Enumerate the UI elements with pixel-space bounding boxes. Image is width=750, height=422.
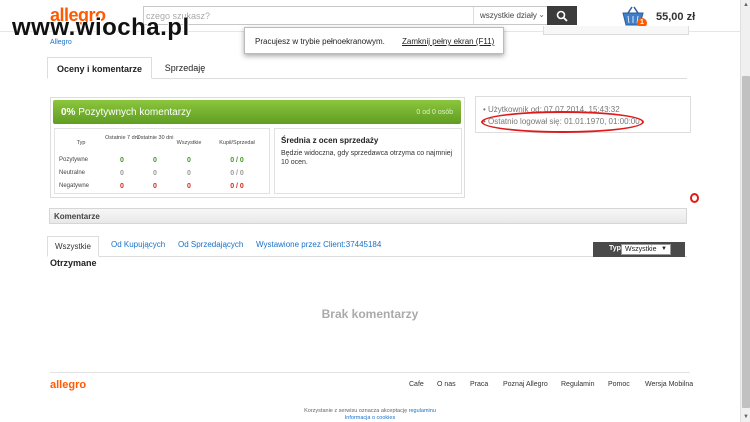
- fullscreen-notice: Pracujesz w trybie pełnoekranowym. Zamkn…: [244, 27, 504, 54]
- table-cell: 0: [120, 183, 124, 190]
- average-rating-title: Średnia z ocen sprzedaży: [281, 136, 379, 145]
- footer-link-help[interactable]: Pomoc: [608, 381, 630, 388]
- received-heading: Otrzymane: [50, 258, 97, 268]
- red-annotation-ellipse: [481, 111, 644, 133]
- table-cell: 0 / 0: [230, 157, 244, 164]
- comments-section-title: Komentarze: [54, 212, 100, 221]
- column-header-type: Typ: [76, 140, 86, 146]
- search-button[interactable]: [547, 6, 577, 25]
- table-cell: 0 / 0: [230, 170, 244, 177]
- column-header-bought-sold: Kupił/Sprzedał: [219, 140, 255, 146]
- footer-link-discover[interactable]: Poznaj Allegro: [503, 381, 548, 388]
- tab-from-sellers[interactable]: Od Sprzedających: [178, 240, 243, 249]
- breadcrumb-allegro[interactable]: Allegro: [50, 39, 72, 46]
- average-rating-text: Będzie widoczna, gdy sprzedawca otrzyma …: [281, 150, 453, 166]
- ratings-count-note: 0 od 0 osób: [416, 109, 453, 116]
- positive-label: Pozytywnych komentarzy: [78, 107, 192, 118]
- red-annotation-circle: [690, 193, 699, 203]
- cookie-notice-text: Korzystanie z serwisu oznacza akceptację: [304, 408, 408, 414]
- table-cell: 0: [187, 170, 191, 177]
- table-cell: 0: [153, 157, 157, 164]
- tab-issued-by-client[interactable]: Wystawione przez Client:37445184: [256, 240, 381, 249]
- user-menu[interactable]: [543, 26, 689, 35]
- search-icon: [556, 10, 568, 22]
- cookie-notice: Korzystanie z serwisu oznacza akceptację…: [0, 408, 740, 414]
- row-label-neutral: Neutralne: [59, 170, 86, 176]
- column-header-all: Wszystkie: [176, 140, 202, 146]
- scroll-up-arrow-icon[interactable]: ▲: [741, 0, 750, 10]
- row-label-negative: Negatywne: [59, 183, 90, 189]
- comments-tabs: Wszystkie Od Kupujących Od Sprzedających…: [47, 236, 687, 257]
- average-rating-box: Średnia z ocen sprzedaży Będzie widoczna…: [274, 128, 462, 194]
- cookies-info-link[interactable]: Informacja o cookies: [0, 415, 740, 421]
- type-filter: Typ Wszystkie ▼: [593, 242, 685, 257]
- cart-total[interactable]: 55,00 zł: [656, 11, 695, 23]
- footer-divider: [50, 372, 690, 373]
- tab-selling[interactable]: Sprzedaję: [155, 57, 215, 79]
- footer-link-terms[interactable]: Regulamin: [561, 381, 594, 388]
- tab-all-comments[interactable]: Wszystkie: [47, 236, 99, 257]
- dropdown-arrow-icon: ▼: [661, 246, 667, 252]
- exit-fullscreen-link[interactable]: Zamknij pełny ekran (F11): [402, 37, 494, 46]
- footer-allegro-logo[interactable]: allegro: [50, 379, 86, 391]
- footer-link-about[interactable]: O nas: [437, 381, 456, 388]
- department-select[interactable]: wszystkie działy ⌄: [473, 7, 549, 24]
- terms-link[interactable]: regulaminu: [409, 408, 436, 414]
- positive-summary-bar: 0% Pozytywnych komentarzy 0 od 0 osób: [53, 100, 461, 124]
- positive-percent: 0%: [61, 107, 76, 118]
- chevron-down-icon: ⌄: [538, 10, 545, 19]
- scroll-down-arrow-icon[interactable]: ▼: [741, 412, 750, 422]
- comments-section-header: Komentarze: [49, 208, 687, 224]
- footer-link-mobile[interactable]: Wersja Mobilna: [645, 381, 693, 388]
- department-select-label: wszystkie działy: [480, 11, 537, 20]
- table-cell: 0: [153, 183, 157, 190]
- search-box: wszystkie działy ⌄: [143, 6, 548, 25]
- type-select-value: Wszystkie: [625, 246, 657, 253]
- table-cell: 0: [187, 157, 191, 164]
- footer-link-jobs[interactable]: Praca: [470, 381, 488, 388]
- table-cell: 0: [120, 157, 124, 164]
- type-filter-label: Typ: [609, 245, 621, 252]
- scrollbar-thumb[interactable]: [742, 76, 750, 408]
- ratings-panel: 0% Pozytywnych komentarzy 0 od 0 osób Ty…: [50, 97, 465, 198]
- profile-tabs: Oceny i komentarze Sprzedaję: [47, 57, 687, 79]
- type-select[interactable]: Wszystkie ▼: [621, 244, 671, 255]
- table-cell: 0 / 0: [230, 183, 244, 190]
- footer-link-cafe[interactable]: Cafe: [409, 381, 424, 388]
- page-scrollbar[interactable]: ▲ ▼: [740, 0, 750, 422]
- positive-summary-title: 0% Pozytywnych komentarzy: [61, 107, 191, 118]
- tab-ratings[interactable]: Oceny i komentarze: [47, 57, 152, 79]
- table-cell: 0: [153, 170, 157, 177]
- row-label-positive: Pozytywne: [59, 157, 89, 163]
- fullscreen-message: Pracujesz w trybie pełnoekranowym.: [255, 37, 385, 46]
- table-cell: 0: [187, 183, 191, 190]
- ratings-table: Typ Ostatnie 7 dni Ostatnie 30 dni Wszys…: [54, 128, 270, 194]
- no-comments-message: Brak komentarzy: [321, 307, 419, 321]
- table-cell: 0: [120, 170, 124, 177]
- search-input[interactable]: [146, 8, 466, 23]
- tab-from-buyers[interactable]: Od Kupujących: [111, 240, 165, 249]
- watermark-text: www.wiocha.pl: [12, 14, 190, 41]
